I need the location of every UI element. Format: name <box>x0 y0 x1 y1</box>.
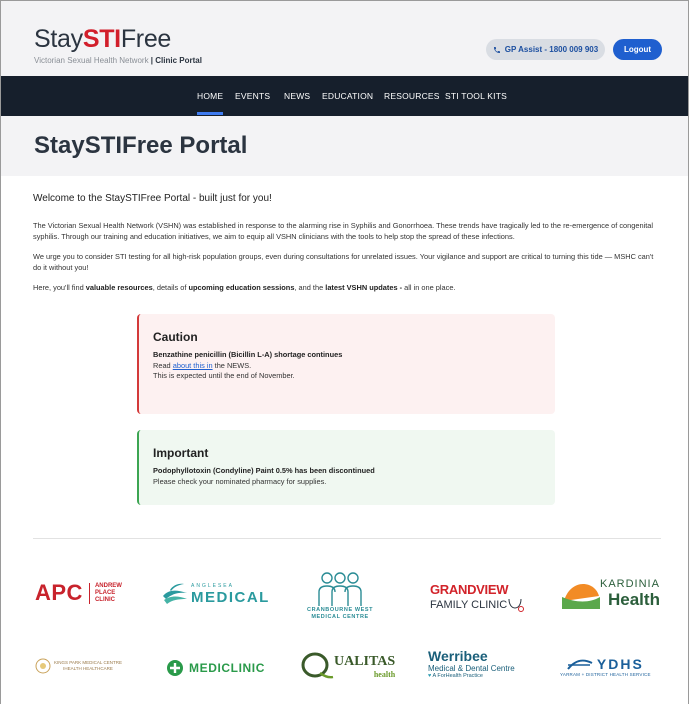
caution-title: Caution <box>153 330 198 344</box>
phone-icon <box>493 46 500 53</box>
q-swoosh-icon <box>301 652 334 679</box>
important-headline: Podophyllotoxin (Condyline) Paint 0.5% h… <box>153 466 375 475</box>
stethoscope-icon <box>508 598 525 612</box>
caution-headline: Benzathine penicillin (Bicillin L-A) sho… <box>153 350 343 359</box>
site-header: StaySTIFree Victorian Sexual Health Netw… <box>1 1 688 76</box>
people-group-icon <box>318 572 362 606</box>
nav-sti-tool-kits[interactable]: STI TOOL KITS <box>445 91 507 101</box>
caution-read-line: Read about this in the NEWS. <box>153 360 252 370</box>
heart-icon: ♥ <box>428 673 432 679</box>
important-pharmacy-line: Please check your nominated pharmacy for… <box>153 476 327 486</box>
wave-leaf-icon <box>163 583 187 604</box>
intro-paragraph-2: We urge you to consider STI testing for … <box>33 252 654 272</box>
nav-resources[interactable]: RESOURCES <box>384 91 440 101</box>
logout-button[interactable]: Logout <box>613 39 662 60</box>
caution-body: Benzathine penicillin (Bicillin L-A) sho… <box>153 350 342 382</box>
caution-expected-line: This is expected until the end of Novemb… <box>153 371 295 380</box>
gp-assist-label: GP Assist - 1800 009 903 <box>504 45 599 54</box>
caution-news-link[interactable]: about this in <box>173 361 213 370</box>
partner-logo-qualitas[interactable]: UALITAS health <box>300 651 395 681</box>
cross-circle-icon <box>167 660 183 676</box>
caution-alert: Caution Benzathine penicillin (Bicillin … <box>137 314 555 414</box>
partner-logo-werribee[interactable]: Werribee Medical & Dental Centre ♥ A For… <box>428 648 515 679</box>
partner-logo-cranbourne-west[interactable]: CRANBOURNE WEST MEDICAL CENTRE <box>307 572 373 621</box>
partner-logo-apc[interactable]: APC ANDREW PLACE CLINIC <box>35 580 122 606</box>
page-title: StaySTIFree Portal <box>34 132 248 159</box>
partner-logo-ydhs[interactable]: YDHS YARRAM + DISTRICT HEALTH SERVICE <box>560 656 651 677</box>
important-title: Important <box>153 446 209 460</box>
partner-logo-kardinia[interactable]: KARDINIA Health <box>562 578 660 610</box>
nav-events[interactable]: EVENTS <box>235 91 270 101</box>
partner-logo-grandview[interactable]: GRANDVIEW FAMILY CLINIC <box>430 582 525 613</box>
logo-wordmark: StaySTIFree <box>34 25 172 53</box>
partner-logo-kings-park[interactable]: KINGS PARK MEDICAL CENTRE IHEALTH HEALTHC… <box>35 658 122 674</box>
nav-news[interactable]: NEWS <box>284 91 310 101</box>
gp-assist-button[interactable]: GP Assist - 1800 009 903 <box>486 39 605 60</box>
intro-paragraph-1: The Victorian Sexual Health Network (VSH… <box>33 221 654 241</box>
section-divider <box>33 538 661 539</box>
important-body: Podophyllotoxin (Condyline) Paint 0.5% h… <box>153 466 375 487</box>
welcome-heading: Welcome to the StaySTIFree Portal - buil… <box>33 193 272 204</box>
nav-education[interactable]: EDUCATION <box>322 91 373 101</box>
sunrise-icon <box>562 584 600 609</box>
intro-paragraph-3: Here, you'll find valuable resources, de… <box>33 283 456 292</box>
partner-logo-anglesea-medical[interactable]: ANGLESEA MEDICAL <box>162 582 270 606</box>
nav-home[interactable]: HOME <box>197 91 224 115</box>
main-nav: HOME EVENTS NEWS EDUCATION RESOURCES STI… <box>1 76 688 116</box>
important-alert: Important Podophyllotoxin (Condyline) Pa… <box>137 430 555 505</box>
partner-logo-mediclinic[interactable]: MEDICLINIC <box>166 659 265 677</box>
circle-emblem-icon <box>35 658 51 674</box>
site-logo[interactable]: StaySTIFree Victorian Sexual Health Netw… <box>34 25 202 66</box>
title-band: StaySTIFree Portal <box>1 116 688 176</box>
arrow-swoosh-icon <box>567 659 593 670</box>
logo-subtitle: Victorian Sexual Health Network | Clinic… <box>34 56 202 65</box>
